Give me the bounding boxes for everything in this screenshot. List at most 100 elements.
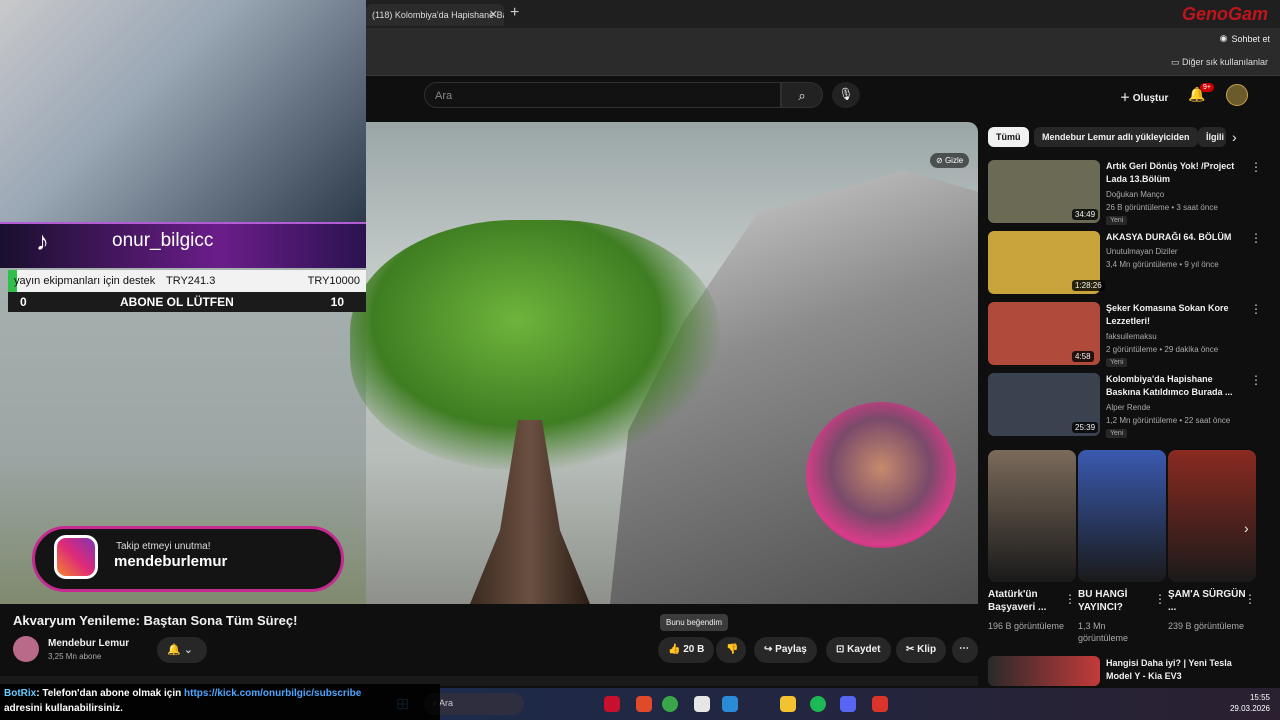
save-label: Kaydet [847,644,881,655]
taskbar-time: 15:55 [1249,693,1270,702]
other-favorites-folder[interactable]: ▭ Diğer sık kullanılanlar [1171,57,1268,68]
chip-related[interactable]: İlgili [1198,127,1226,147]
explorer-icon[interactable] [780,696,796,712]
short-thumbnail[interactable] [1168,450,1256,582]
recommendation-channel[interactable]: Unutulmayan Diziler [1106,247,1178,256]
copilot-icon: ◉ [1219,33,1228,43]
more-options-icon[interactable]: ⋮ [1250,373,1262,387]
yandex-icon[interactable] [694,696,710,712]
recommendation-meta: 2 görüntüleme • 29 dakika önce [1106,345,1219,354]
recommendation-title[interactable]: Şeker Komasına Sokan Kore Lezzetleri! [1106,302,1248,328]
subscription-bell-button[interactable]: 🔔 ⌄ [157,637,207,663]
duration-badge: 34:49 [1072,209,1099,220]
more-options-icon[interactable]: ⋮ [1250,160,1262,174]
account-avatar[interactable] [1226,84,1248,106]
video-title: Akvaryum Yenileme: Baştan Sona Tüm Süreç… [13,613,298,628]
chat-link[interactable]: https://kick.com/onurbilgic/subscribe [184,688,361,699]
windows-taskbar [440,688,1280,720]
short-thumbnail[interactable] [988,450,1076,582]
short-title[interactable]: ŞAM'A SÜRGÜN ... [1168,588,1246,614]
instagram-line1: Takip etmeyi unutma! [116,541,211,552]
short-thumbnail[interactable] [1078,450,1166,582]
donation-goal-bar: yayın ekipmanları için destek TRY241.3 T… [8,270,366,292]
edge-icon[interactable] [722,696,738,712]
opera-gx-icon[interactable] [636,696,652,712]
new-tab-button[interactable]: + [510,4,519,22]
new-badge: Yeni [1106,429,1128,438]
more-options-icon[interactable]: ⋮ [1064,592,1076,606]
taskbar-date: 29.03.2026 [1229,704,1270,713]
bookmark-icon: ⊡ [836,644,848,655]
app-icon[interactable] [872,696,888,712]
recommendation-meta: 3,4 Mn görüntüleme • 9 yıl önce [1106,260,1219,269]
search-icon: ⌕ [798,88,806,103]
like-count: 20 B [683,644,705,655]
shorts-next-icon[interactable]: › [1244,520,1249,536]
short-title[interactable]: Atatürk'ün Başyaveri ... [988,588,1066,614]
recommendation-title[interactable]: AKASYA DURAĞI 64. BÖLÜM [1106,231,1248,244]
chevron-right-icon[interactable]: › [1232,129,1237,145]
chevron-down-icon: ⌄ [183,644,193,656]
more-icon: ⋯ [959,643,969,654]
like-button[interactable]: 👍 20 B [658,637,714,663]
taskbar-search-label: Ara [439,698,454,708]
new-badge: Yeni [1106,358,1128,367]
like-tooltip: Bunu beğendim [660,614,729,631]
more-options-icon[interactable]: ⋮ [1250,302,1262,316]
scissors-icon: ✂ [906,644,918,655]
chip-all[interactable]: Tümü [988,127,1029,147]
search-button[interactable]: ⌕ [781,82,823,108]
more-options-icon[interactable]: ⋮ [1244,592,1256,606]
share-button[interactable]: ↪ Paylaş [754,637,817,663]
subscriber-goal-bar: 0 ABONE OL LÜTFEN 10 [8,292,366,312]
chat-text-2: adresini kullanabilirsiniz. [4,703,123,714]
taskbar-clock: 15:55 29.03.2026 [1228,692,1270,714]
clip-button[interactable]: ✂ Klip [896,637,947,663]
last-rec-title[interactable]: Hangisi Daha iyi? | Yeni Tesla Model Y -… [1106,657,1248,683]
recommendation-channel[interactable]: faksuilemaksu [1106,332,1157,341]
folder-icon: ▭ [1170,57,1182,67]
thumbs-up-icon: 👍 [668,644,684,655]
recommendation-item[interactable]: 34:49 Artık Geri Dönüş Yok! /Project Lada… [988,160,1270,226]
recommendation-channel[interactable]: Alper Rende [1106,403,1150,412]
recommendation-title[interactable]: Kolombiya'da Hapishane Baskına Katıldımc… [1106,373,1248,399]
save-button[interactable]: ⊡ Kaydet [826,637,891,663]
recommendation-meta: 1,2 Mn görüntüleme • 22 saat önce [1106,416,1231,425]
webcam-overlay [0,0,366,222]
short-views: 1,3 Mn görüntüleme [1078,621,1129,643]
sub-max: 10 [330,295,344,309]
new-badge: Yeni [1106,216,1128,225]
spotify-icon[interactable] [810,696,826,712]
instagram-handle: mendeburlemur [114,553,228,570]
voice-search-button[interactable]: 🎙 [832,82,860,108]
goal-current: TRY241.3 [166,275,216,287]
short-title[interactable]: BU HANGİ YAYINCI? [1078,588,1156,614]
chrome-icon[interactable] [662,696,678,712]
more-options-icon[interactable]: ⋮ [1250,231,1262,245]
hide-overlay-button[interactable]: ⊘ Gizle [930,153,970,168]
recommendation-item[interactable]: 25:39 Kolombiya'da Hapishane Baskına Katı… [988,373,1270,439]
create-button[interactable]: ＋ Oluştur [1116,84,1172,106]
opera-icon[interactable] [604,696,620,712]
clip-label: Klip [917,644,937,655]
close-tab-icon[interactable]: ✕ [489,8,498,21]
more-options-icon[interactable]: ⋮ [1154,592,1166,606]
recommendation-channel[interactable]: Doğukan Manço [1106,190,1164,199]
dislike-button[interactable]: 👎 [716,637,746,663]
recommendation-title[interactable]: Artık Geri Dönüş Yok! /Project Lada 13.B… [1106,160,1248,186]
recommendation-item[interactable]: 4:58 Şeker Komasına Sokan Kore Lezzetleri… [988,302,1270,368]
last-rec-thumbnail[interactable] [988,656,1100,686]
more-actions-button[interactable]: ⋯ [952,637,978,663]
channel-name[interactable]: Mendebur Lemur [48,638,129,649]
recommendation-item[interactable]: 1:28:26 AKASYA DURAĞI 64. BÖLÜM Unutulmaya… [988,231,1270,297]
microphone-icon: 🎙 [838,87,854,101]
eye-off-icon: ⊘ [936,156,945,165]
chat-username: BotRix [4,688,37,699]
copilot-button[interactable]: ◉ Sohbet et [1220,33,1270,44]
chip-uploader[interactable]: Mendebur Lemur adlı yükleyiciden [1034,127,1198,147]
browser-tab[interactable]: (118) Kolombiya'da Hapishane Bas ✕ [366,4,504,26]
channel-avatar[interactable] [13,636,39,662]
hide-label: Gizle [944,156,964,165]
discord-icon[interactable] [840,696,856,712]
search-input[interactable]: Ara [424,82,781,108]
